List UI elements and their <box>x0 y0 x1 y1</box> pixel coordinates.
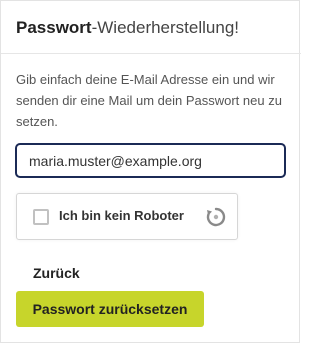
dialog-title: Passwort-Wiederherstellung! <box>16 17 239 39</box>
captcha-label: Ich bin kein Roboter <box>59 208 184 223</box>
recaptcha-icon <box>206 207 226 227</box>
password-reset-dialog: Passwort-Wiederherstellung! Gib einfach … <box>0 0 301 343</box>
header-divider <box>1 53 301 54</box>
back-button[interactable]: Zurück <box>25 263 88 283</box>
reset-password-button[interactable]: Passwort zurücksetzen <box>16 291 204 327</box>
intro-text: Gib einfach deine E-Mail Adresse ein und… <box>16 72 282 129</box>
captcha-widget: Ich bin kein Roboter <box>16 193 238 240</box>
email-input[interactable] <box>15 143 286 178</box>
captcha-checkbox[interactable] <box>33 209 49 225</box>
title-strong: Passwort <box>16 18 92 37</box>
title-rest: -Wiederherstellung! <box>91 18 239 37</box>
